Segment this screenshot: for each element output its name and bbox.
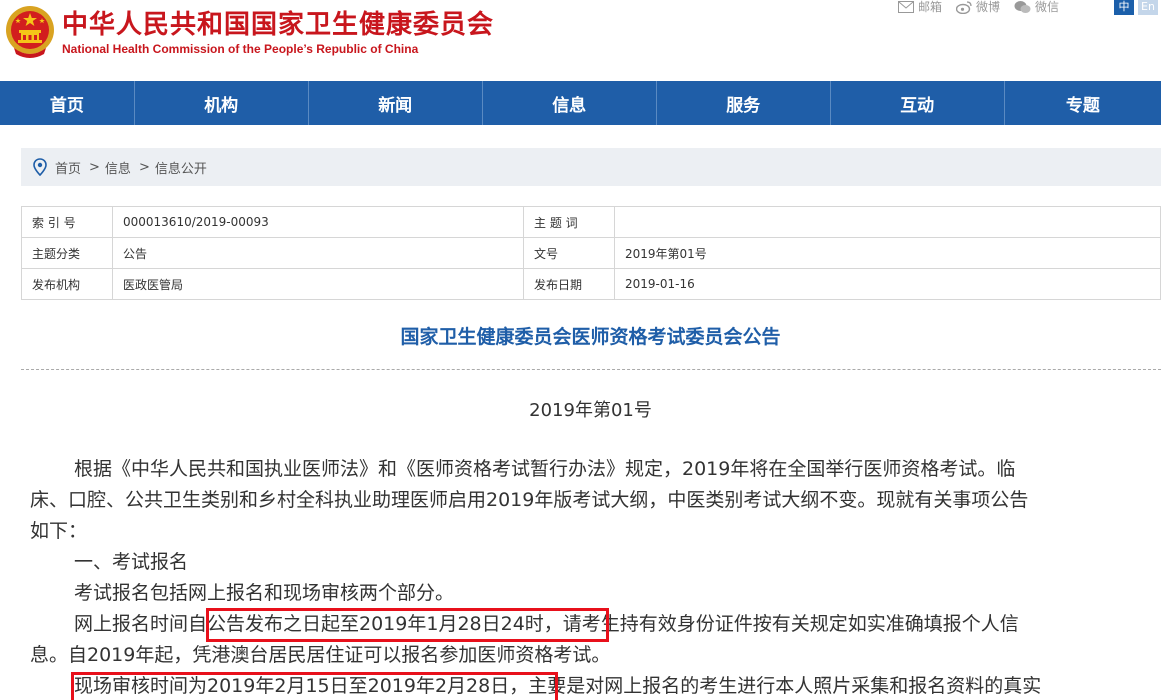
document-meta-table: 索 引 号 000013610/2019-00093 主 题 词 主题分类 公告… (21, 206, 1161, 300)
index-number-label: 索 引 号 (21, 206, 113, 238)
article-doc-number: 2019年第01号 (529, 400, 652, 421)
weibo-label: 微博 (976, 0, 1001, 14)
publisher-value: 医政医管局 (112, 268, 524, 300)
table-row: 索 引 号 000013610/2019-00093 主 题 词 (21, 206, 1161, 238)
nav-item-home[interactable]: 首页 (0, 81, 135, 125)
breadcrumb-separator: > (138, 159, 150, 175)
index-number-value: 000013610/2019-00093 (112, 206, 524, 238)
keywords-label: 主 题 词 (523, 206, 615, 238)
weibo-icon (956, 0, 972, 14)
breadcrumb-separator: > (89, 159, 100, 175)
mail-icon (898, 0, 914, 13)
nav-item-interaction[interactable]: 互动 (831, 81, 1005, 125)
table-row: 发布机构 医政医管局 发布日期 2019-01-16 (21, 268, 1161, 300)
national-emblem-icon[interactable] (4, 4, 56, 60)
category-label: 主题分类 (21, 237, 113, 269)
paragraph-line: 如下： (30, 520, 88, 542)
article-body: 根据《中华人民共和国执业医师法》和《医师资格考试暂行办法》规定，2019年将在全… (30, 454, 1155, 700)
mail-link[interactable]: 邮箱 (898, 0, 942, 15)
lang-english-button[interactable]: En (1138, 0, 1158, 15)
publish-date-label: 发布日期 (523, 268, 615, 300)
lang-chinese-button[interactable]: 中 (1114, 0, 1134, 15)
article-title: 国家卫生健康委员会医师资格考试委员会公告 (400, 326, 781, 348)
publisher-label: 发布机构 (21, 268, 113, 300)
section-heading: 一、考试报名 (74, 551, 189, 573)
paragraph-line: 网上报名时间自公告发布之日起至2019年1月28日24时，请考生持有效身份证件按… (74, 613, 1019, 635)
divider (21, 369, 1161, 370)
category-value: 公告 (112, 237, 524, 269)
paragraph-line: 现场审核时间为2019年2月15日至2019年2月28日，主要是对网上报名的考生… (74, 675, 1042, 697)
site-title-english: National Health Commission of the People… (62, 42, 419, 56)
location-pin-icon (33, 158, 47, 176)
nav-item-news[interactable]: 新闻 (309, 81, 483, 125)
nav-item-organization[interactable]: 机构 (135, 81, 309, 125)
wechat-link[interactable]: 微信 (1014, 0, 1059, 15)
weibo-link[interactable]: 微博 (956, 0, 1000, 15)
table-row: 主题分类 公告 文号 2019年第01号 (21, 237, 1161, 269)
publish-date-value: 2019-01-16 (614, 268, 1161, 300)
wechat-label: 微信 (1035, 0, 1060, 14)
paragraph-line: 考试报名包括网上报名和现场审核两个部分。 (74, 582, 455, 604)
document-number-value: 2019年第01号 (614, 237, 1161, 269)
breadcrumb-information[interactable]: 信息 (105, 158, 131, 177)
paragraph-line: 根据《中华人民共和国执业医师法》和《医师资格考试暂行办法》规定，2019年将在全… (74, 458, 1016, 480)
mail-label: 邮箱 (918, 0, 943, 14)
nav-item-information[interactable]: 信息 (483, 81, 657, 125)
top-links: 邮箱 微博 微信 (898, 0, 1073, 15)
wechat-icon (1014, 0, 1031, 13)
breadcrumb: 首页 > 信息 > 信息公开 (21, 148, 1161, 186)
site-title[interactable]: 中华人民共和国国家卫生健康委员会 (62, 4, 494, 41)
breadcrumb-home[interactable]: 首页 (55, 158, 81, 177)
keywords-value (614, 206, 1161, 238)
site-header: 中华人民共和国国家卫生健康委员会 National Health Commiss… (0, 0, 1161, 80)
breadcrumb-disclosure[interactable]: 信息公开 (155, 158, 207, 177)
paragraph-line: 床、口腔、公共卫生类别和乡村全科执业助理医师启用2019年版考试大纲，中医类别考… (30, 489, 1029, 511)
document-number-label: 文号 (523, 237, 615, 269)
nav-item-services[interactable]: 服务 (657, 81, 831, 125)
paragraph-line: 息。自2019年起，凭港澳台居民居住证可以报名参加医师资格考试。 (30, 644, 611, 666)
main-nav: 首页 机构 新闻 信息 服务 互动 专题 (0, 81, 1161, 125)
nav-item-topics[interactable]: 专题 (1005, 81, 1161, 125)
